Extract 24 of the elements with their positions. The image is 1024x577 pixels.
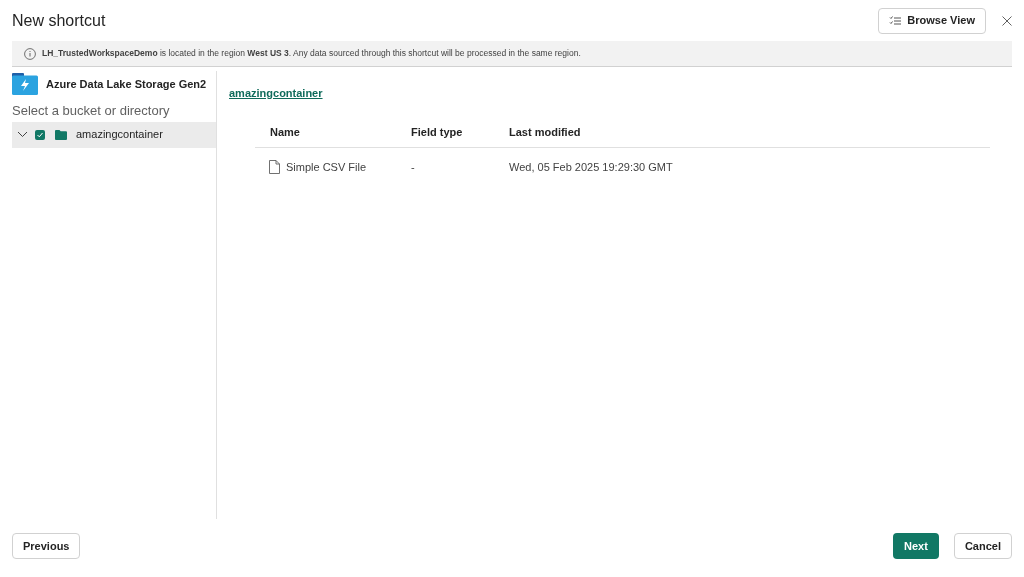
chevron-icon[interactable]	[17, 129, 28, 140]
notice-text: LH_TrustedWorkspaceDemo is located in the region West US 3. Any data sourced through this shortcut will be processed in the same region.	[42, 47, 581, 60]
dialog-title: New shortcut	[12, 10, 107, 31]
tree-item[interactable]: amazingcontainer	[12, 121, 216, 148]
table-cell-text: Wed, 05 Feb 2025 19:29:30 GMT	[509, 159, 673, 175]
checkbox[interactable]	[35, 129, 45, 140]
column-header: Last modified	[509, 125, 582, 141]
table-cell-text: -	[411, 159, 415, 175]
info-icon	[24, 47, 36, 60]
next-button[interactable]: Next	[892, 533, 939, 559]
table-cell-text: Simple CSV File	[286, 159, 367, 175]
file-icon	[269, 160, 280, 174]
folder-icon	[55, 129, 67, 140]
column-header: Name	[269, 125, 301, 141]
storage-icon	[12, 73, 38, 95]
close-icon[interactable]	[1002, 15, 1012, 26]
cancel-button[interactable]: Cancel	[953, 533, 1012, 559]
tree-heading: Select a bucket or directory	[12, 102, 171, 120]
list-icon	[889, 15, 902, 26]
browse-view-button[interactable]: Browse View	[878, 7, 986, 34]
previous-button[interactable]: Previous	[12, 533, 81, 559]
source-name: Azure Data Lake Storage Gen2	[46, 76, 207, 92]
column-header: Field type	[411, 125, 464, 141]
breadcrumb-link[interactable]: amazingcontainer	[229, 85, 323, 102]
